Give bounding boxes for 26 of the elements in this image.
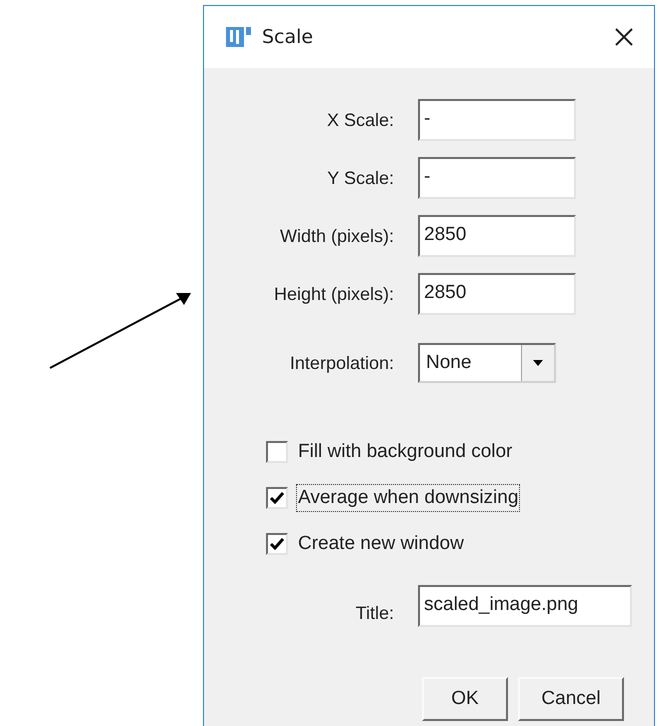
checkbox-label[interactable]: Average when downsizing: [296, 484, 520, 512]
dialog-button[interactable]: OK: [422, 677, 508, 721]
text-field[interactable]: -: [418, 99, 576, 141]
checkbox-label[interactable]: Fill with background color: [296, 438, 514, 466]
close-icon[interactable]: [614, 27, 634, 47]
field-label: Width (pixels):: [278, 224, 394, 248]
field-label: Interpolation:: [288, 352, 394, 375]
checkmark-icon: [270, 492, 284, 504]
checkbox[interactable]: [266, 487, 288, 509]
text-field[interactable]: 2850: [418, 215, 576, 257]
dialog-button[interactable]: Cancel: [518, 677, 624, 721]
checkbox-label[interactable]: Create new window: [296, 530, 466, 558]
text-field[interactable]: -: [418, 157, 576, 199]
checkmark-icon: [270, 538, 284, 550]
caret-icon: [533, 360, 543, 366]
field-label: Height (pixels):: [272, 282, 394, 306]
text-field[interactable]: scaled_image.png: [418, 585, 632, 627]
text-field[interactable]: 2850: [418, 273, 576, 315]
window-title: Scale: [262, 24, 314, 50]
app-icon: [226, 26, 252, 48]
field-label: Title:: [354, 602, 394, 625]
field-label: Y Scale:: [326, 166, 394, 190]
dropdown[interactable]: None: [418, 343, 556, 383]
checkbox[interactable]: [266, 441, 288, 463]
field-label: X Scale:: [326, 108, 394, 132]
checkbox[interactable]: [266, 533, 288, 555]
